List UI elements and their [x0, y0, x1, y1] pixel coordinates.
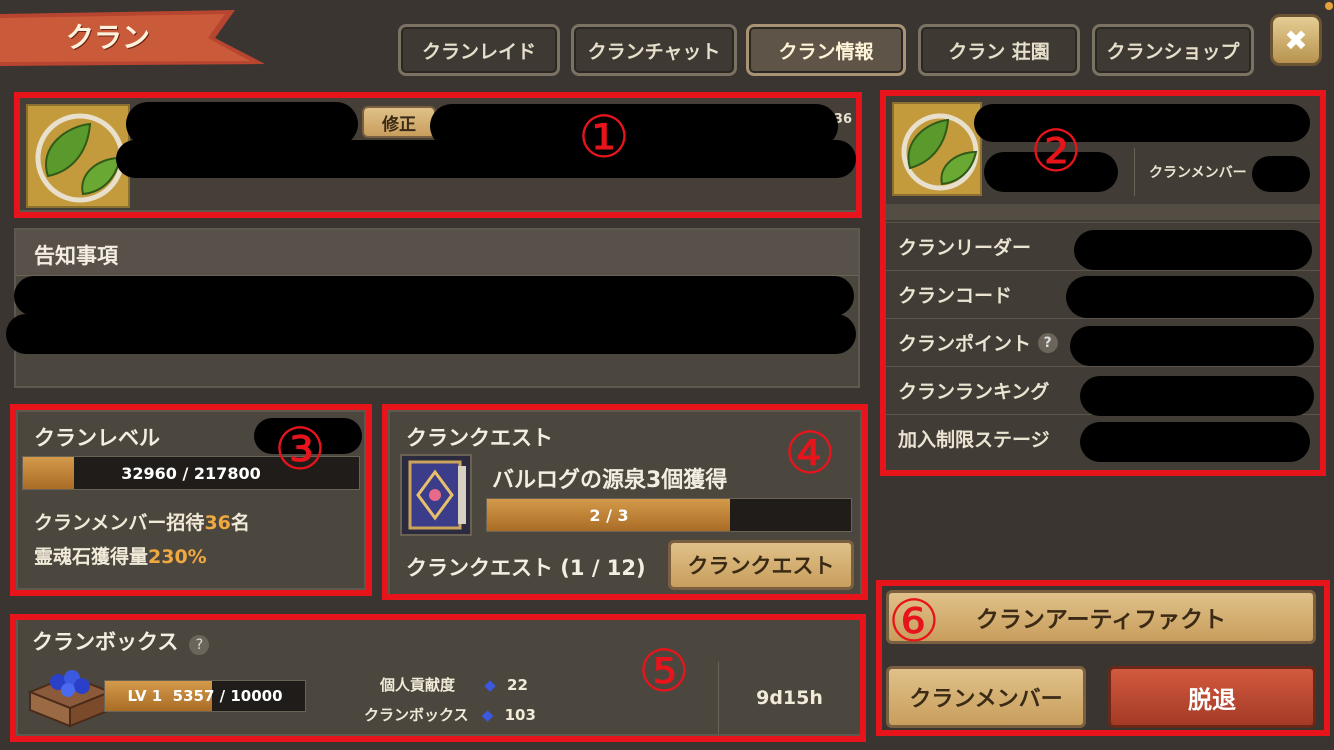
- tab-clan-raid[interactable]: クランレイド: [398, 24, 560, 76]
- close-icon: ✖: [1284, 23, 1308, 57]
- marker-2: ②: [1030, 117, 1082, 185]
- tab-label: クラン 荘園: [948, 40, 1050, 63]
- notice-header: 告知事項: [16, 230, 858, 276]
- marker-1: ①: [578, 103, 630, 171]
- notice-redacted-2: [6, 314, 856, 354]
- page-title: クラン: [66, 21, 151, 54]
- tab-label: クランレイド: [421, 40, 536, 63]
- marker-6: ⑥: [888, 587, 940, 655]
- notification-dot: [1325, 2, 1333, 10]
- notice-redacted: [14, 276, 854, 316]
- marker-3: ③: [274, 415, 326, 483]
- tab-label: クラン情報: [778, 40, 874, 63]
- tab-clan-info[interactable]: クラン情報: [746, 24, 906, 76]
- notice-panel: 告知事項: [6, 228, 860, 388]
- tab-clan-chat[interactable]: クランチャット: [571, 24, 737, 76]
- tab-clan-manor[interactable]: クラン 荘園: [918, 24, 1080, 76]
- annotation-box-2: [880, 90, 1326, 476]
- annotation-box-1: [14, 92, 862, 218]
- close-button[interactable]: ✖: [1270, 14, 1322, 66]
- marker-4: ④: [784, 419, 836, 487]
- title-ribbon: クラン: [0, 6, 270, 68]
- notice-title: 告知事項: [34, 244, 118, 268]
- tab-label: クランショップ: [1106, 40, 1240, 63]
- tab-label: クランチャット: [587, 40, 721, 63]
- tab-clan-shop[interactable]: クランショップ: [1092, 24, 1254, 76]
- annotation-box-6: [876, 580, 1330, 736]
- marker-5: ⑤: [638, 637, 690, 705]
- annotation-box-5: [10, 614, 866, 742]
